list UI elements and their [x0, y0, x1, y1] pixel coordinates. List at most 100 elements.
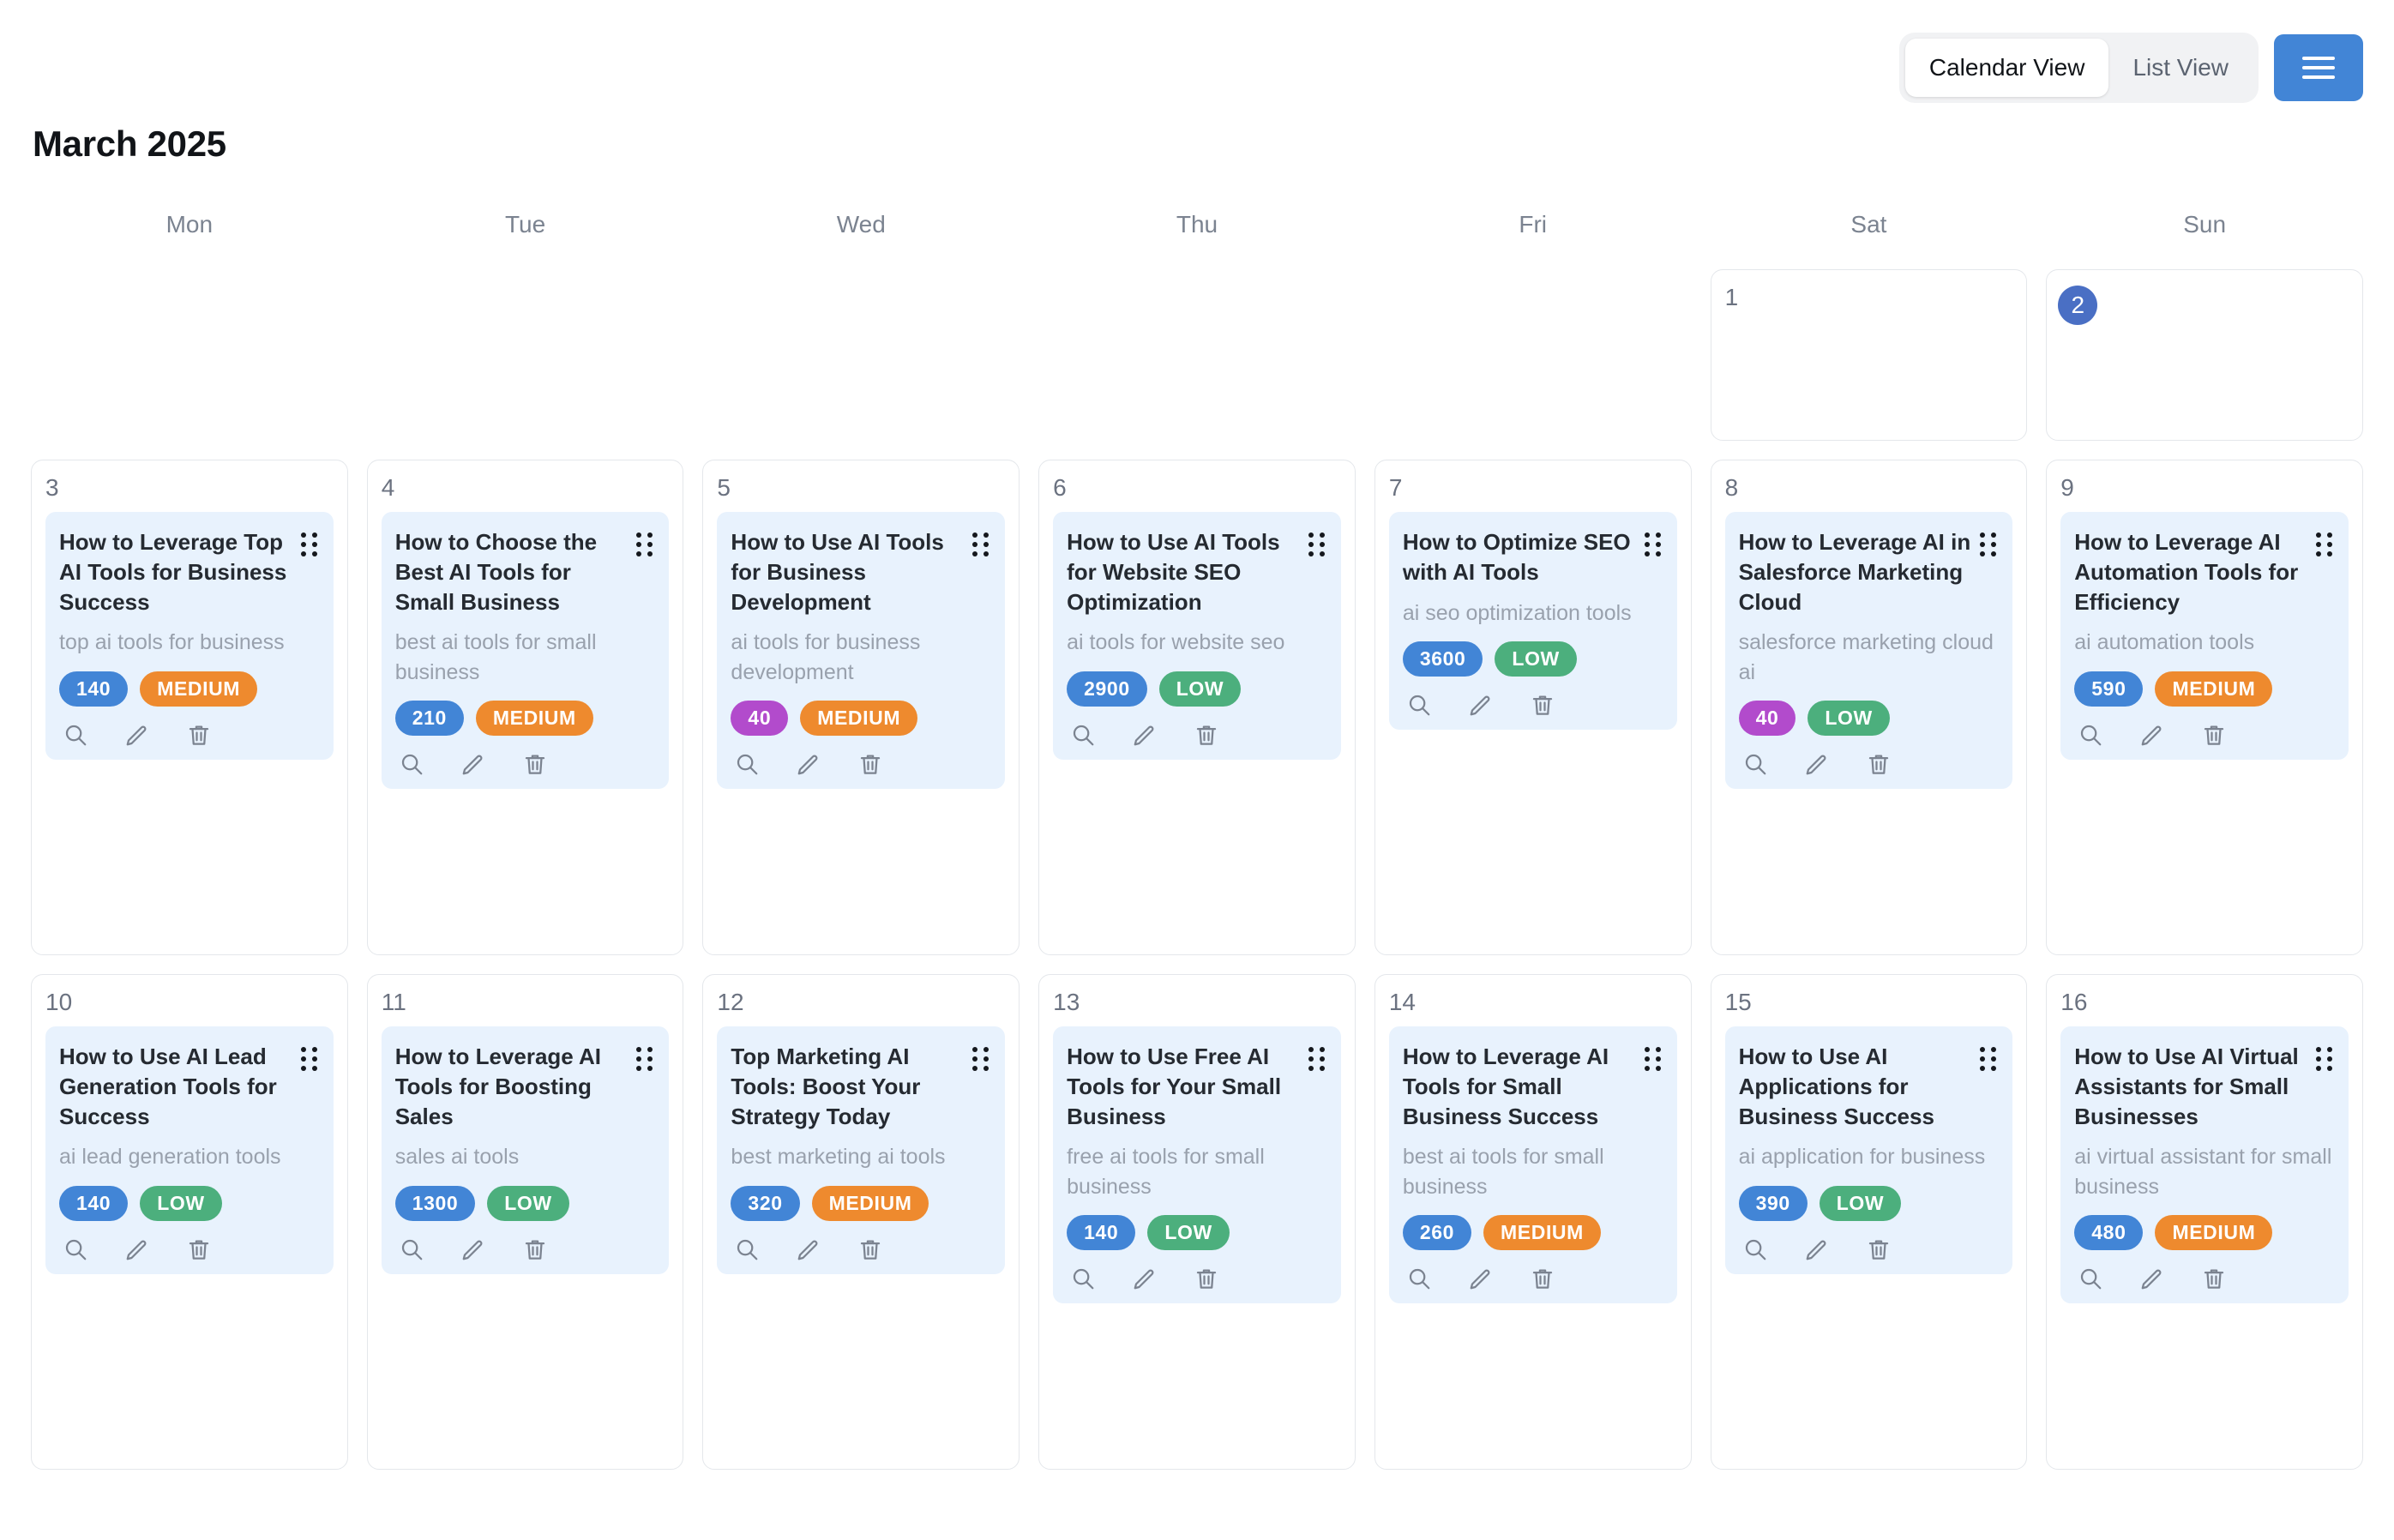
drag-handle-icon[interactable]	[1645, 1047, 1663, 1073]
calendar-day-cell[interactable]: 2	[2046, 269, 2363, 441]
calendar-day-cell[interactable]: 13How to Use Free AI Tools for Your Smal…	[1038, 974, 1356, 1470]
drag-handle-icon[interactable]	[1980, 532, 1999, 558]
delete-icon[interactable]	[2201, 722, 2227, 748]
edit-icon[interactable]	[796, 751, 821, 777]
card-title: How to Use AI Virtual Assistants for Sma…	[2074, 1042, 2309, 1131]
view-mode-toggle[interactable]: Calendar View List View	[1899, 33, 2259, 103]
calendar-day-cell[interactable]: 3How to Leverage Top AI Tools for Busine…	[31, 460, 348, 955]
content-card[interactable]: How to Choose the Best AI Tools for Smal…	[382, 512, 670, 789]
edit-icon[interactable]	[1468, 692, 1494, 718]
content-card[interactable]: How to Use AI Applications for Business …	[1725, 1026, 2013, 1274]
preview-icon[interactable]	[399, 751, 424, 777]
calendar-day-cell[interactable]: 14 How to Leverage AI Tools for Small Bus…	[1374, 974, 1692, 1470]
drag-handle-icon[interactable]	[301, 1047, 320, 1073]
calendar-day-cell[interactable]: 11How to Leverage AI Tools for Boosting …	[367, 974, 684, 1470]
drag-handle-icon[interactable]	[2316, 1047, 2335, 1073]
content-card[interactable]: How to Use AI Virtual Assistants for Sma…	[2060, 1026, 2349, 1303]
edit-icon[interactable]	[460, 751, 486, 777]
card-header: How to Use AI Applications for Business …	[1739, 1042, 2000, 1131]
drag-handle-icon[interactable]	[1308, 1047, 1327, 1073]
calendar-day-cell[interactable]: 7How to Optimize SEO with AI Toolsai seo…	[1374, 460, 1692, 955]
calendar-day-cell[interactable]: 5How to Use AI Tools for Business Develo…	[702, 460, 1020, 955]
preview-icon[interactable]	[1406, 1266, 1432, 1291]
drag-handle-icon[interactable]	[636, 1047, 655, 1073]
preview-icon[interactable]	[63, 722, 88, 748]
delete-icon[interactable]	[186, 722, 212, 748]
drag-handle-icon[interactable]	[972, 1047, 991, 1073]
delete-icon[interactable]	[1866, 751, 1892, 777]
drag-handle-icon[interactable]	[972, 532, 991, 558]
preview-icon[interactable]	[2078, 1266, 2103, 1291]
delete-icon[interactable]	[522, 751, 548, 777]
content-card[interactable]: Top Marketing AI Tools: Boost Your Strat…	[717, 1026, 1005, 1274]
drag-handle-icon[interactable]	[636, 532, 655, 558]
preview-icon[interactable]	[1742, 751, 1768, 777]
delete-icon[interactable]	[857, 751, 883, 777]
preview-icon[interactable]	[63, 1236, 88, 1262]
edit-icon[interactable]	[1132, 722, 1158, 748]
content-card[interactable]: How to Leverage AI Automation Tools for …	[2060, 512, 2349, 760]
tab-calendar-view[interactable]: Calendar View	[1905, 39, 2109, 97]
edit-icon[interactable]	[1804, 751, 1830, 777]
preview-icon[interactable]	[1406, 692, 1432, 718]
calendar-day-cell[interactable]: 12Top Marketing AI Tools: Boost Your Str…	[702, 974, 1020, 1470]
drag-handle-icon[interactable]	[2316, 532, 2335, 558]
delete-icon[interactable]	[1866, 1236, 1892, 1262]
menu-button[interactable]	[2274, 34, 2363, 101]
delete-icon[interactable]	[1530, 692, 1555, 718]
calendar-day-cell[interactable]: 1	[1711, 269, 2028, 441]
content-card[interactable]: How to Leverage AI in Salesforce Marketi…	[1725, 512, 2013, 789]
content-card[interactable]: How to Leverage AI Tools for Boosting Sa…	[382, 1026, 670, 1274]
preview-icon[interactable]	[1070, 1266, 1096, 1291]
weekday-label-thu: Thu	[1038, 211, 1356, 238]
card-title: How to Optimize SEO with AI Tools	[1403, 527, 1638, 587]
edit-icon[interactable]	[1804, 1236, 1830, 1262]
calendar-day-cell[interactable]: 9How to Leverage AI Automation Tools for…	[2046, 460, 2363, 955]
preview-icon[interactable]	[734, 1236, 760, 1262]
content-card[interactable]: How to Use Free AI Tools for Your Small …	[1053, 1026, 1341, 1303]
preview-icon[interactable]	[2078, 722, 2103, 748]
edit-icon[interactable]	[124, 1236, 150, 1262]
content-card[interactable]: How to Use AI Lead Generation Tools for …	[45, 1026, 334, 1274]
edit-icon[interactable]	[796, 1236, 821, 1262]
edit-icon[interactable]	[1468, 1266, 1494, 1291]
delete-icon[interactable]	[522, 1236, 548, 1262]
calendar-day-cell[interactable]: 4How to Choose the Best AI Tools for Sma…	[367, 460, 684, 955]
delete-icon[interactable]	[1530, 1266, 1555, 1291]
edit-icon[interactable]	[124, 722, 150, 748]
delete-icon[interactable]	[2201, 1266, 2227, 1291]
drag-handle-icon[interactable]	[1308, 532, 1327, 558]
edit-icon[interactable]	[2139, 1266, 2165, 1291]
content-card[interactable]: How to Use AI Tools for Website SEO Opti…	[1053, 512, 1341, 760]
card-header: How to Choose the Best AI Tools for Smal…	[395, 527, 656, 617]
delete-icon[interactable]	[1194, 1266, 1219, 1291]
edit-icon[interactable]	[460, 1236, 486, 1262]
calendar-day-cell[interactable]: 10How to Use AI Lead Generation Tools fo…	[31, 974, 348, 1470]
delete-icon[interactable]	[1194, 722, 1219, 748]
preview-icon[interactable]	[1070, 722, 1096, 748]
calendar-day-cell[interactable]: 15How to Use AI Applications for Busines…	[1711, 974, 2028, 1470]
delete-icon[interactable]	[186, 1236, 212, 1262]
preview-icon[interactable]	[734, 751, 760, 777]
drag-handle-icon[interactable]	[1645, 532, 1663, 558]
content-card[interactable]: How to Use AI Tools for Business Develop…	[717, 512, 1005, 789]
calendar-day-cell[interactable]: 16How to Use AI Virtual Assistants for S…	[2046, 974, 2363, 1470]
edit-icon[interactable]	[2139, 722, 2165, 748]
hamburger-menu-icon	[2302, 57, 2335, 79]
calendar-cell-empty	[702, 269, 1020, 441]
preview-icon[interactable]	[399, 1236, 424, 1262]
card-badges: 3600LOW	[1403, 641, 1663, 677]
tab-list-view[interactable]: List View	[2108, 39, 2253, 97]
preview-icon[interactable]	[1742, 1236, 1768, 1262]
day-number: 14	[1389, 990, 1416, 1014]
drag-handle-icon[interactable]	[301, 532, 320, 558]
content-card[interactable]: How to Optimize SEO with AI Toolsai seo …	[1389, 512, 1677, 730]
calendar-day-cell[interactable]: 6How to Use AI Tools for Website SEO Opt…	[1038, 460, 1356, 955]
drag-handle-icon[interactable]	[1980, 1047, 1999, 1073]
calendar-day-cell[interactable]: 8How to Leverage AI in Salesforce Market…	[1711, 460, 2028, 955]
edit-icon[interactable]	[1132, 1266, 1158, 1291]
delete-icon[interactable]	[857, 1236, 883, 1262]
weekday-label-tue: Tue	[367, 211, 684, 238]
content-card[interactable]: How to Leverage Top AI Tools for Busines…	[45, 512, 334, 760]
content-card[interactable]: How to Leverage AI Tools for Small Busin…	[1389, 1026, 1677, 1303]
